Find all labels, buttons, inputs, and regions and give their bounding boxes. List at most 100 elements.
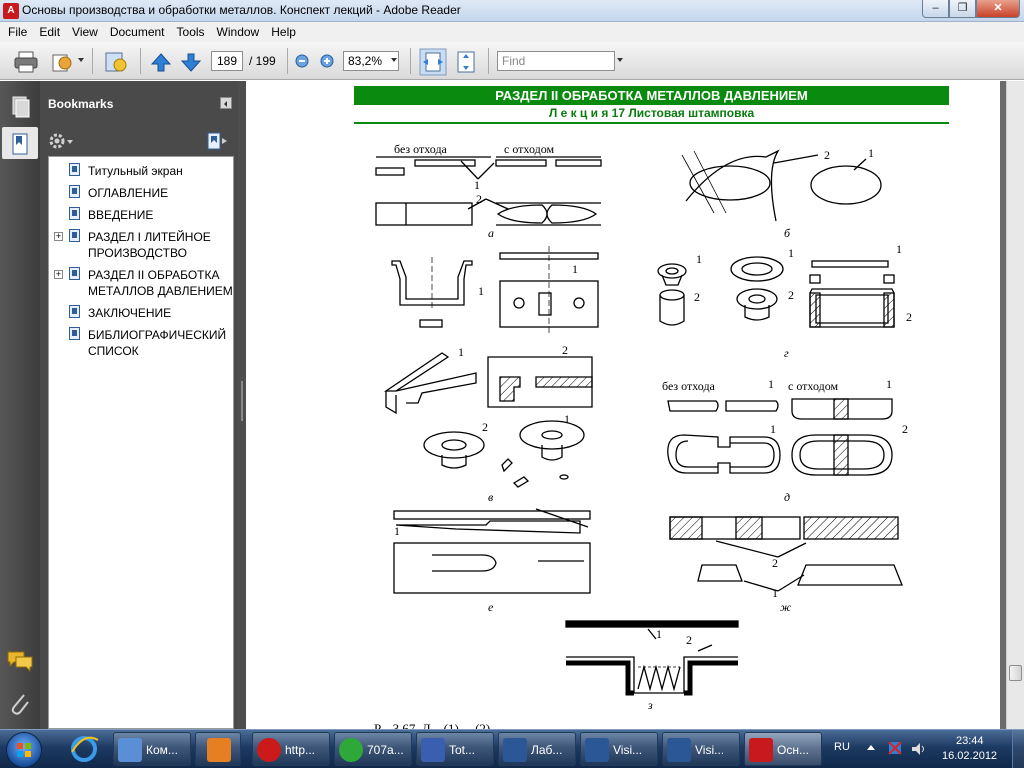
part-number-2: 2 — [694, 290, 700, 304]
previous-page-icon[interactable] — [150, 51, 172, 73]
menu-help[interactable]: Help — [265, 25, 302, 39]
bookmarks-tab[interactable] — [2, 127, 38, 159]
minimize-button[interactable]: – — [922, 0, 949, 18]
print-icon[interactable] — [14, 51, 38, 73]
taskbar-item-computer[interactable]: Ком... — [113, 732, 191, 766]
bookmark-icon — [69, 229, 80, 242]
subfigure-letter-zh: ж — [780, 600, 791, 614]
windows-logo-icon — [17, 743, 31, 757]
page-number-input[interactable]: 189 — [211, 51, 243, 71]
scrollbar-thumb[interactable] — [1009, 665, 1022, 681]
subfigure-letter-d: д — [784, 490, 790, 504]
options-gear-icon[interactable] — [48, 131, 76, 151]
next-page-icon[interactable] — [180, 51, 202, 73]
taskbar-item-adobe-reader[interactable]: Осн... — [744, 732, 822, 766]
bookmark-item[interactable]: ВВЕДЕНИЕ — [49, 205, 235, 225]
taskbar-item-mail-agent[interactable]: 707a... — [334, 732, 412, 766]
label-no-waste: без отхода — [662, 379, 716, 393]
flag-notification-icon[interactable] — [886, 740, 904, 758]
part-number-1: 1 — [696, 252, 702, 266]
bookmark-label: РАЗДЕЛ I ЛИТЕЙНОЕ ПРОИЗВОДСТВО — [88, 230, 211, 260]
taskbar: Ком... http... 707a... Tot... Лаб... Vis… — [0, 729, 1024, 768]
part-number-2: 2 — [902, 422, 908, 436]
menu-window[interactable]: Window — [211, 25, 266, 39]
part-number-1: 1 — [564, 412, 570, 426]
clock-time[interactable]: 23:44 — [956, 735, 984, 747]
internet-explorer-icon[interactable] — [68, 734, 100, 764]
computer-icon — [118, 738, 142, 762]
figure-z — [565, 620, 739, 696]
toolbar-separator — [410, 48, 411, 74]
close-button[interactable]: ✕ — [976, 0, 1020, 18]
part-number-2: 2 — [562, 343, 568, 357]
word-icon — [667, 738, 691, 762]
show-desktop-button[interactable] — [1012, 730, 1024, 768]
bookmark-item[interactable]: БИБЛИОГРАФИЧЕСКИЙ СПИСОК — [49, 325, 235, 361]
zoom-dropdown-icon[interactable] — [391, 58, 397, 62]
restore-button[interactable]: ❐ — [949, 0, 976, 18]
bookmark-item[interactable]: ОГЛАВЛЕНИЕ — [49, 183, 235, 203]
label-with-waste: с отходом — [788, 379, 838, 393]
zoom-in-icon[interactable] — [319, 51, 335, 71]
expand-icon[interactable]: + — [54, 270, 63, 279]
bookmark-item[interactable]: + РАЗДЕЛ II ОБРАБОТКА МЕТАЛЛОВ ДАВЛЕНИЕМ — [49, 265, 235, 301]
zoom-out-icon[interactable] — [294, 51, 310, 71]
menu-file[interactable]: File — [2, 25, 33, 39]
language-indicator[interactable]: RU — [834, 741, 850, 753]
menu-tools[interactable]: Tools — [171, 25, 211, 39]
bookmarks-title: Bookmarks — [48, 97, 114, 111]
taskbar-item-word-visio-2[interactable]: Visi... — [662, 732, 740, 766]
menu-document[interactable]: Document — [104, 25, 171, 39]
share-icon[interactable] — [50, 51, 74, 73]
share-dropdown-icon[interactable] — [78, 58, 84, 62]
bookmark-item[interactable]: ЗАКЛЮЧЕНИЕ — [49, 303, 235, 323]
fit-page-icon[interactable] — [454, 51, 478, 73]
part-number-2: 2 — [482, 420, 488, 434]
menu-edit[interactable]: Edit — [33, 25, 66, 39]
find-dropdown-icon[interactable] — [617, 58, 623, 62]
bookmark-item[interactable]: + РАЗДЕЛ I ЛИТЕЙНОЕ ПРОИЗВОДСТВО — [49, 227, 235, 263]
word-icon — [503, 738, 527, 762]
volume-icon[interactable] — [910, 740, 928, 758]
task-label: Ком... — [146, 743, 178, 757]
navigation-pane-strip — [0, 81, 40, 729]
word-icon — [585, 738, 609, 762]
panel-splitter[interactable] — [238, 81, 246, 729]
expand-icon[interactable]: + — [54, 232, 63, 241]
pages-icon[interactable] — [4, 91, 36, 123]
bookmark-label: РАЗДЕЛ II ОБРАБОТКА МЕТАЛЛОВ ДАВЛЕНИЕМ — [88, 268, 233, 298]
media-player-icon — [207, 738, 231, 762]
collapse-panel-button[interactable] — [220, 97, 232, 109]
figure-v-bends — [383, 352, 593, 488]
part-number-1: 1 — [770, 422, 776, 436]
find-input[interactable]: Find — [497, 51, 615, 71]
fit-width-icon[interactable] — [419, 48, 447, 76]
label-no-waste: без отхода — [394, 142, 448, 156]
document-view[interactable]: РАЗДЕЛ II ОБРАБОТКА МЕТАЛЛОВ ДАВЛЕНИЕМ Л… — [246, 81, 1006, 729]
part-number-1: 1 — [788, 246, 794, 260]
part-number-2: 2 — [788, 288, 794, 302]
comments-icon[interactable] — [4, 649, 36, 681]
create-pdf-icon[interactable] — [104, 51, 130, 73]
show-hidden-icons-icon[interactable] — [864, 741, 878, 755]
expand-bookmark-icon[interactable] — [206, 131, 230, 151]
bookmark-item[interactable]: Титульный экран — [49, 161, 235, 181]
taskbar-item-word-lab[interactable]: Лаб... — [498, 732, 576, 766]
attachments-icon[interactable] — [4, 689, 36, 721]
window-controls: – ❐ ✕ — [922, 0, 1020, 20]
bookmark-icon — [69, 305, 80, 318]
chevron-left-icon — [224, 101, 227, 107]
part-number-1: 1 — [458, 345, 464, 359]
subfigure-letter-v: в — [488, 490, 493, 504]
taskbar-item-opera[interactable]: http... — [252, 732, 330, 766]
menu-view[interactable]: View — [66, 25, 104, 39]
taskbar-item-word-visio-1[interactable]: Visi... — [580, 732, 658, 766]
menu-bar: File Edit View Document Tools Window Hel… — [0, 22, 1024, 42]
taskbar-item-total-commander[interactable]: Tot... — [416, 732, 494, 766]
taskbar-item-media-player[interactable] — [195, 732, 241, 766]
clock-date[interactable]: 16.02.2012 — [942, 750, 997, 762]
splitter-grip-icon — [241, 381, 243, 421]
start-button[interactable] — [6, 732, 42, 768]
toolbar-separator — [488, 48, 489, 74]
vertical-scrollbar[interactable] — [1006, 81, 1024, 729]
